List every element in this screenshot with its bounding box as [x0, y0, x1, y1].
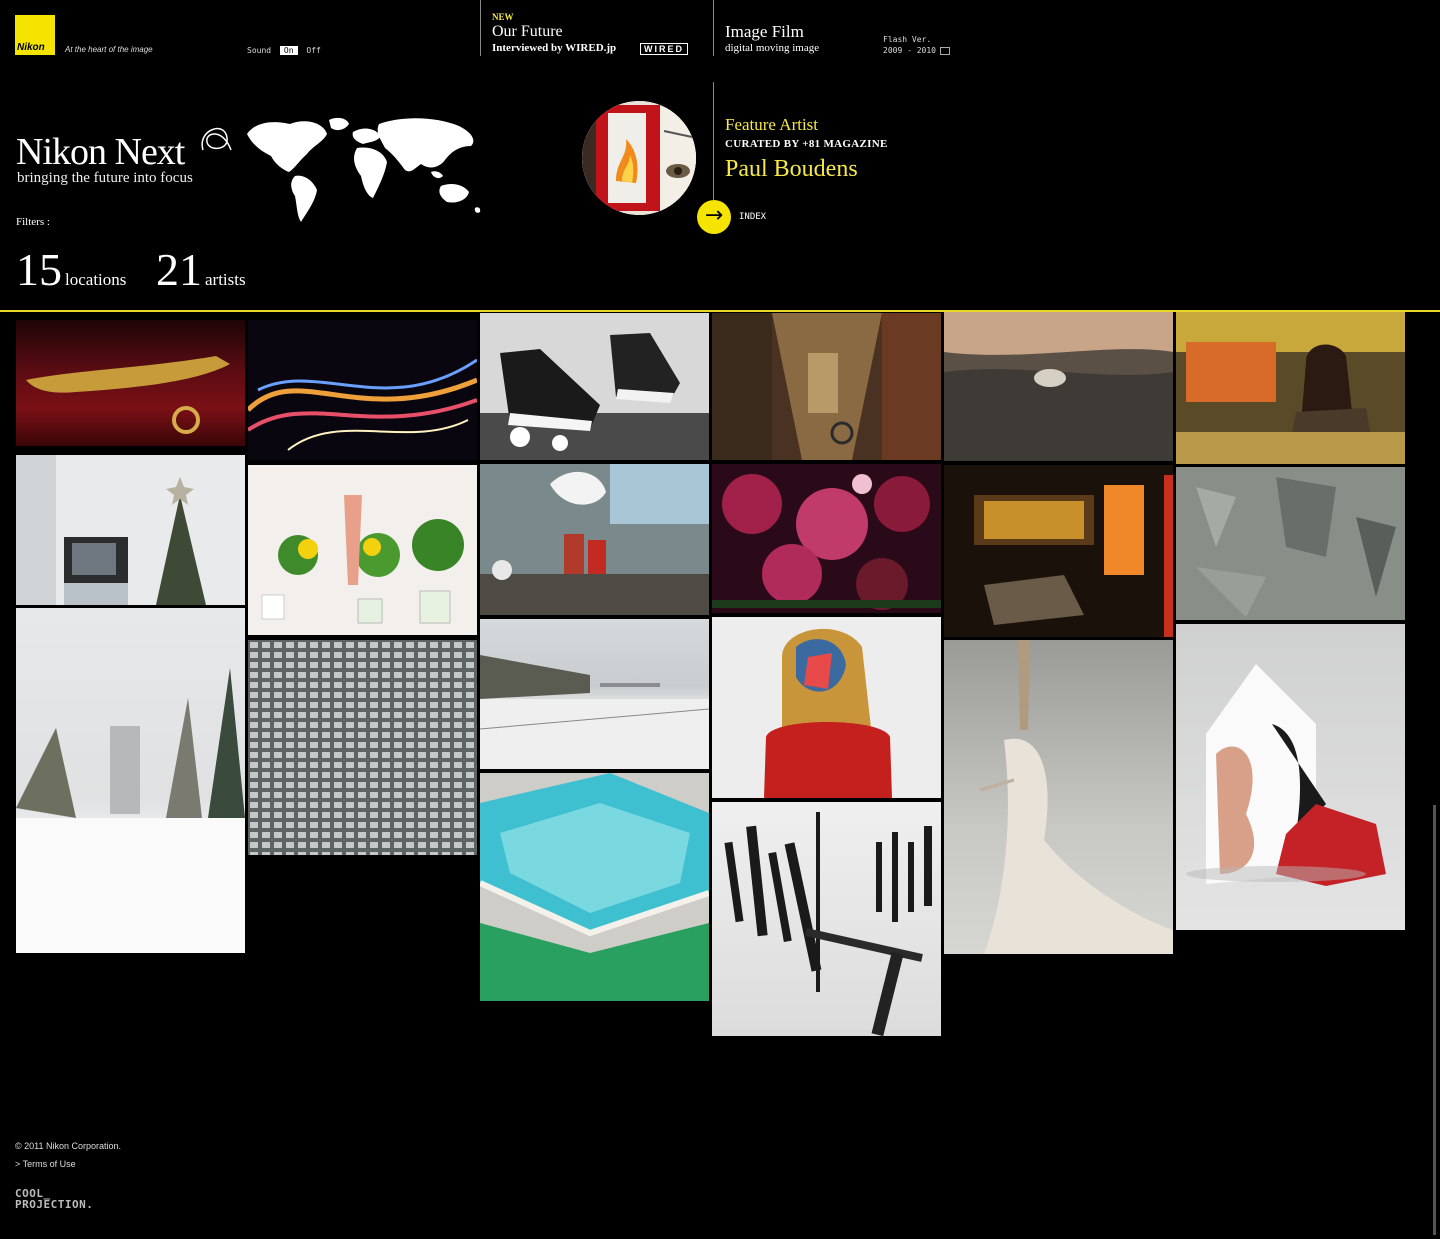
terms-of-use-link[interactable]: > Terms of Use	[15, 1159, 76, 1169]
brand-subtitle: bringing the future into focus	[17, 170, 193, 186]
photo-tile[interactable]	[16, 320, 245, 446]
image-film-link[interactable]: Image Film	[725, 22, 804, 42]
photo-snow-forest	[16, 668, 245, 953]
world-map-icon[interactable]	[245, 112, 485, 224]
photo-graffiti-wall	[1176, 467, 1405, 620]
photo-building-grid	[248, 640, 477, 855]
feature-artist-label: Feature Artist	[725, 115, 819, 134]
flash-version-link[interactable]: Flash Ver. 2009 - 2010	[883, 34, 950, 56]
sound-label: Sound	[247, 46, 272, 55]
photo-tile[interactable]	[480, 464, 709, 615]
artists-count: 21	[156, 244, 202, 295]
locations-count: 15	[16, 244, 62, 295]
divider	[713, 82, 714, 200]
photo-taxi-woman	[1176, 312, 1405, 464]
curated-by-text: CURATED BY +81 MAGAZINE	[725, 138, 888, 150]
sound-toggle: Sound On Off	[247, 46, 321, 55]
wired-logo: WIRED	[640, 43, 688, 55]
scrollbar[interactable]	[1433, 805, 1436, 1235]
flash-years: 2009 - 2010	[883, 46, 936, 55]
photo-tile[interactable]	[712, 464, 941, 613]
photo-tile[interactable]	[712, 617, 941, 798]
digital-moving-image-text: digital moving image	[725, 42, 820, 54]
photo-tile[interactable]	[944, 465, 1173, 637]
new-badge: NEW	[492, 12, 514, 22]
photo-draped-figure	[979, 640, 1173, 954]
photo-tile[interactable]	[480, 619, 709, 769]
tagline: At the heart of the image	[65, 45, 153, 54]
photo-light-trails	[248, 358, 477, 451]
photo-tile[interactable]	[248, 640, 477, 855]
photo-tile[interactable]	[16, 455, 245, 605]
photo-tile[interactable]	[1176, 312, 1405, 464]
arrow-right-icon[interactable]: →	[697, 200, 731, 234]
sound-on-button[interactable]: On	[279, 46, 298, 55]
flash-ver-label: Flash Ver.	[883, 35, 932, 44]
photo-sneakers-snow	[480, 333, 709, 460]
sound-off-button[interactable]: Off	[306, 46, 320, 55]
photo-tile[interactable]	[248, 465, 477, 635]
photo-tile[interactable]	[16, 608, 245, 953]
photo-blossoms	[712, 474, 941, 610]
photo-tile[interactable]	[1176, 624, 1405, 930]
photo-tile[interactable]	[1176, 467, 1405, 620]
photo-tile[interactable]	[712, 802, 941, 1036]
swirl-icon	[201, 127, 232, 151]
window-icon	[939, 46, 950, 55]
photo-dark-room	[974, 475, 1173, 637]
photo-skull-skin	[944, 312, 1173, 461]
photo-tile[interactable]	[712, 313, 941, 460]
divider	[480, 0, 481, 56]
page-title: Nikon Next	[16, 131, 185, 173]
photo-christmas-tv	[16, 455, 206, 605]
feature-artwork	[582, 101, 696, 215]
photo-figures-room	[480, 464, 709, 615]
photo-plants-jars	[261, 495, 464, 624]
artists-filter[interactable]: 21 artists	[156, 243, 246, 296]
photo-tile[interactable]	[944, 312, 1173, 461]
our-future-link[interactable]: Our Future	[492, 23, 563, 41]
photo-tile[interactable]	[944, 640, 1173, 954]
photo-red-jacket-girl	[764, 628, 892, 798]
photo-tile[interactable]	[480, 773, 709, 1001]
photo-alley	[712, 313, 941, 460]
feature-artist-name[interactable]: Paul Boudens	[725, 156, 858, 183]
copyright: © 2011 Nikon Corporation.	[15, 1141, 122, 1151]
photo-wooden-posts	[724, 812, 932, 1036]
filters-label: Filters :	[16, 216, 50, 228]
photo-winter-road	[480, 655, 709, 769]
index-link[interactable]: INDEX	[739, 212, 766, 222]
photo-aerial-salt-pools	[480, 773, 709, 1001]
photo-tile[interactable]	[248, 320, 477, 460]
interviewed-text: Interviewed by WIRED.jp	[492, 42, 617, 54]
divider	[713, 0, 714, 56]
artists-label: artists	[205, 270, 246, 289]
locations-filter[interactable]: 15 locations	[16, 243, 126, 296]
photo-house-sculpture	[1186, 664, 1386, 886]
photo-gold-figure	[26, 356, 230, 434]
locations-label: locations	[65, 270, 127, 289]
nikon-logo[interactable]: Nikon	[15, 15, 55, 55]
cool-projection-logo[interactable]: COOL_ PROJECTION.	[15, 1188, 93, 1210]
photo-tile[interactable]	[480, 313, 709, 460]
feature-artist-thumbnail[interactable]	[582, 101, 696, 215]
